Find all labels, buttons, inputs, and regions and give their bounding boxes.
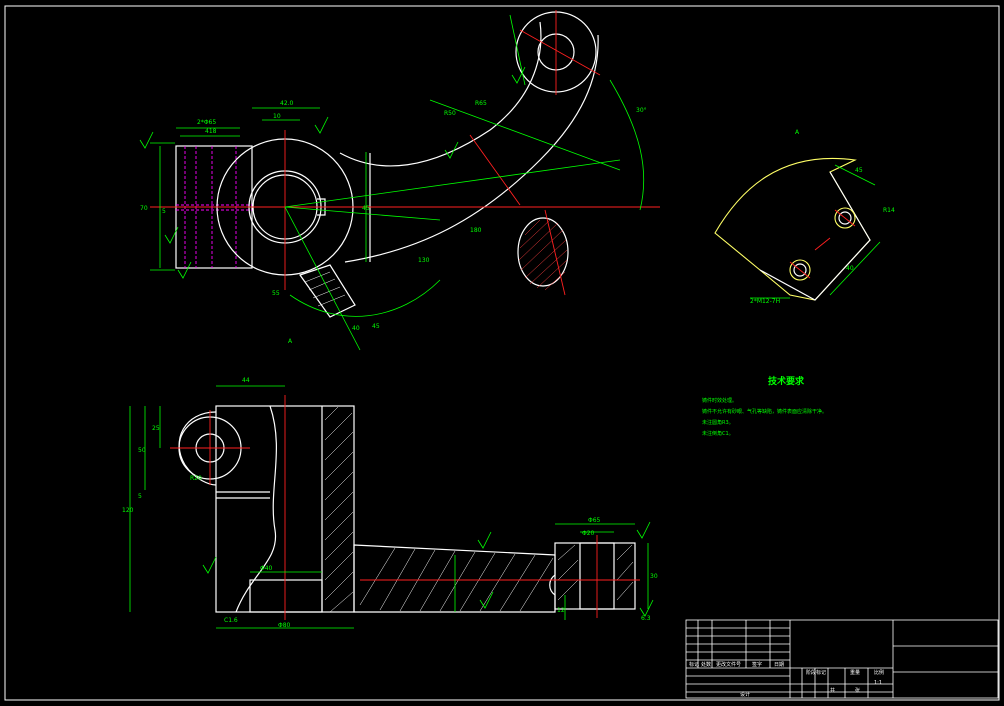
dim-2x065: 2*Φ65 (197, 119, 216, 126)
dim-5b: 5 (138, 493, 142, 500)
tb-label-mark: 标记 (689, 661, 699, 668)
tb-label-count: 处数 (701, 661, 711, 668)
dim-r50: R50 (444, 110, 456, 117)
dim-12: 12 (557, 607, 565, 614)
dim-10: 10 (273, 113, 281, 120)
dim-70: 70 (140, 205, 148, 212)
dim-6-3: 6.3 (641, 615, 651, 622)
notes-title: 技术要求 (768, 375, 805, 387)
dim-120: 120 (122, 507, 134, 514)
dim-r65: R65 (475, 100, 487, 107)
view-a: 45 40 R14 2*M12-7H (714, 158, 895, 305)
dim-m12: 2*M12-7H (750, 298, 780, 305)
cad-drawing: 2*Φ65 418 42.0 10 70 5 45 55 180 130 R50… (4, 5, 1000, 701)
dim-418: 418 (205, 128, 217, 135)
note-line-3: 未注圆角R3。 (702, 419, 734, 426)
tb-scale-value: 1:1 (874, 680, 882, 686)
dim-45b: 45 (372, 323, 380, 330)
dim-40-a: 40 (846, 265, 854, 272)
note-line-4: 未注倒角C1。 (702, 430, 734, 437)
tb-design: 设计 (740, 691, 750, 698)
dim-5: 5 (162, 208, 166, 215)
tb-label-file: 更改文件号 (716, 661, 741, 668)
dim-040: Φ40 (260, 565, 273, 572)
dim-r20: R20 (190, 475, 202, 482)
dim-130: 130 (418, 257, 430, 264)
dim-c1-6: C1.6 (224, 617, 238, 624)
dim-30deg: 30° (636, 107, 647, 114)
label-a-arrow: A (288, 338, 293, 345)
tb-label-sign: 签字 (752, 661, 762, 668)
dim-25: 25 (152, 425, 160, 432)
section-view: 44 50 25 120 R20 5 C1.6 Φ80 Φ40 Φ65 Φ20 … (122, 377, 658, 629)
dim-r14: R14 (883, 207, 895, 214)
technical-notes: 技术要求 铸件时效处理。 铸件不允许有砂眼、气孔等缺陷，铸件表面应清除干净。 未… (702, 375, 827, 437)
front-view: 2*Φ65 418 42.0 10 70 5 45 55 180 130 R50… (139, 10, 800, 351)
dim-020: Φ20 (582, 530, 595, 537)
dim-080: Φ80 (278, 622, 291, 629)
label-a: A (795, 129, 800, 136)
tb-scale: 比例 (874, 669, 884, 676)
tb-weight: 重量 (850, 669, 860, 676)
sheet-border (4, 5, 1000, 701)
dim-45: 45 (362, 205, 370, 212)
dim-30: 30 (650, 573, 658, 580)
dim-44: 44 (242, 377, 250, 384)
tb-sheet-b: 张 (855, 687, 860, 694)
tb-stage: 阶段标记 (806, 669, 826, 676)
dim-50: 50 (138, 447, 146, 454)
note-line-2: 铸件不允许有砂眼、气孔等缺陷，铸件表面应清除干净。 (702, 408, 827, 415)
dim-40: 40 (352, 325, 360, 332)
dim-065: Φ65 (588, 517, 601, 524)
dim-180: 180 (470, 227, 482, 234)
dim-45-a: 45 (855, 167, 863, 174)
ellipse-hatch (518, 219, 568, 291)
tb-label-date: 日期 (774, 662, 784, 668)
tb-sheet-a: 共 (830, 687, 835, 694)
title-block: 标记 处数 更改文件号 签字 日期 设计 阶段标记 重量 比例 1:1 共 张 (685, 619, 999, 699)
note-line-1: 铸件时效处理。 (702, 397, 737, 404)
dim-55: 55 (272, 290, 280, 297)
dim-42: 42.0 (280, 100, 294, 107)
